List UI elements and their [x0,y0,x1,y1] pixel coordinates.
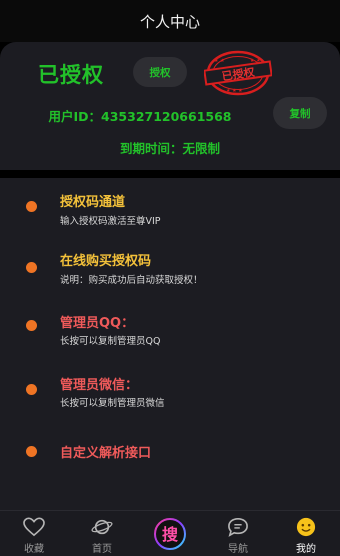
menu-item-subtitle: 长按可以复制管理员微信 [60,398,165,409]
authorized-stamp-icon: ★ ★ ★ ★ 已授权 ★ ★ ★ [204,50,272,96]
menu-list: 授权码通道 输入授权码激活至尊VIP 在线购买授权码 说明：购买成功后自动获取授… [0,178,340,510]
search-logo-icon: 搜 [154,518,186,550]
tab-favorites[interactable]: 收藏 [0,511,68,556]
planet-icon [91,519,113,535]
tab-home[interactable]: 首页 [68,511,136,556]
menu-item-title: 管理员QQ： [60,316,135,331]
menu-item-title: 管理员微信： [60,378,139,393]
menu-item-admin-qq[interactable]: 管理员QQ： 长按可以复制管理员QQ [0,308,340,368]
bullet-dot [26,384,37,395]
tab-search[interactable]: 搜 [136,511,204,556]
chat-bubble-icon [228,517,248,537]
heart-icon [23,517,45,537]
page-title: 个人中心 [139,12,200,31]
tab-mine[interactable]: 我的 [272,511,340,556]
expiry-text: 到期时间：无限制 [119,141,220,156]
menu-item-auth-code[interactable]: 授权码通道 输入授权码激活至尊VIP [0,183,340,243]
auth-button[interactable]: 授权 [133,57,187,87]
tab-label: 导航 [228,544,248,555]
section-divider [0,170,340,178]
bullet-dot [26,201,37,212]
tab-label: 首页 [92,544,112,555]
bullet-dot [26,320,37,331]
menu-item-subtitle: 长按可以复制管理员QQ [60,336,161,347]
copy-button[interactable]: 复制 [273,97,327,129]
tab-label: 我的 [296,544,316,555]
svg-text:搜: 搜 [162,525,179,544]
menu-item-subtitle: 说明：购买成功后自动获取授权！ [60,275,203,286]
bullet-dot [26,446,37,457]
auth-card: 已授权 授权 ★ ★ ★ ★ 已授权 ★ ★ ★ 用户ID：4353271206… [0,42,340,170]
svg-text:★ ★ ★: ★ ★ ★ [226,88,243,94]
bottom-tab-bar: 收藏 首页 搜 导航 我的 [0,510,340,556]
bullet-dot [26,262,37,273]
menu-item-buy-code[interactable]: 在线购买授权码 说明：购买成功后自动获取授权！ [0,244,340,304]
menu-item-custom-parser[interactable]: 自定义解析接口 [0,436,340,496]
auth-status-label: 已授权 [38,63,104,87]
menu-item-admin-wechat[interactable]: 管理员微信： 长按可以复制管理员微信 [0,370,340,430]
svg-text:★ ★: ★ ★ [214,58,225,64]
tab-navigation[interactable]: 导航 [204,511,272,556]
menu-item-title: 授权码通道 [60,195,126,210]
smiley-face-icon [296,517,316,537]
user-id-text[interactable]: 用户ID：435327120661568 [0,106,280,125]
menu-item-subtitle: 输入授权码激活至尊VIP [60,216,161,227]
title-bar: 个人中心 [0,0,340,42]
tab-label: 收藏 [24,544,44,555]
menu-item-title: 自定义解析接口 [60,446,152,461]
menu-item-title: 在线购买授权码 [60,254,152,269]
